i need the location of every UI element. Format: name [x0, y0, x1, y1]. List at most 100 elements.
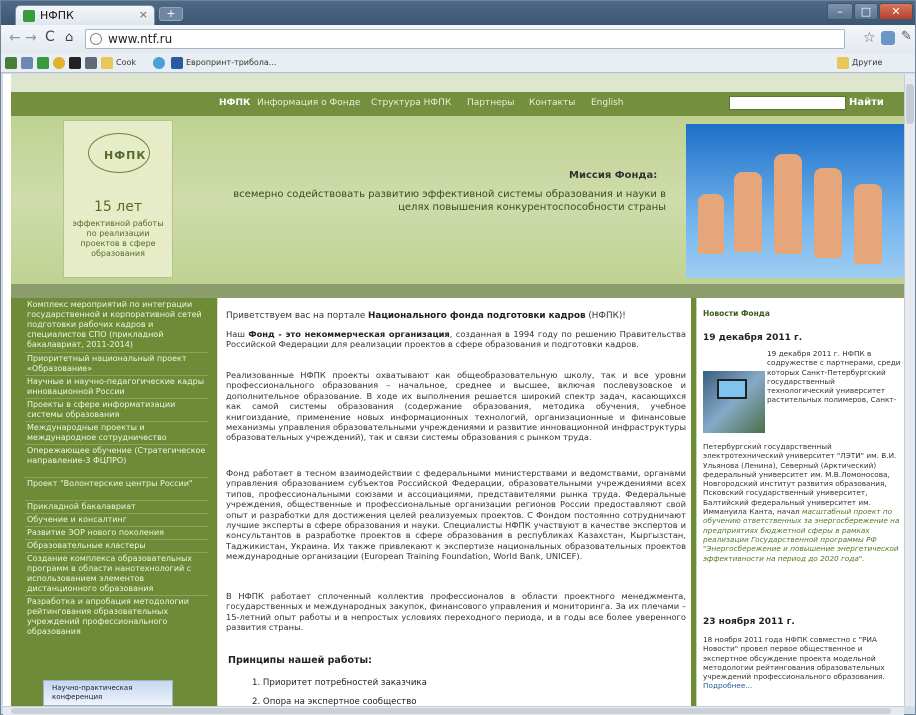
sidebar-item[interactable]: Комплекс мероприятий по интеграции госуд… — [25, 300, 208, 353]
url-text[interactable]: www.ntf.ru — [108, 32, 172, 46]
sidebar-item[interactable]: Обучение и консалтинг — [25, 515, 208, 527]
read-more-link[interactable]: Подробнее... — [703, 681, 752, 690]
hero-banner: НФПК 15 лет эффективной работы по реализ… — [11, 116, 904, 284]
logo-block[interactable]: НФПК 15 лет эффективной работы по реализ… — [63, 120, 173, 278]
bookmark-app-icon[interactable] — [53, 55, 68, 70]
close-tab-icon[interactable]: × — [139, 8, 148, 21]
projects-paragraph: Реализованные НФПК проекты охватывают ка… — [226, 370, 686, 443]
extension-icon[interactable] — [881, 31, 895, 45]
vertical-scrollbar[interactable] — [904, 74, 915, 706]
sidebar-item[interactable]: Международные проекты и международное со… — [25, 423, 208, 445]
menu-item-english[interactable]: English — [591, 98, 624, 108]
hand-shape — [854, 184, 882, 264]
home-icon[interactable]: ⌂ — [65, 30, 73, 45]
fund-name: Национального фонда подготовки кадров — [368, 311, 586, 321]
site-icon — [171, 56, 183, 69]
browser-window: НФПК × + – □ ✕ ← → C ⌂ www.ntf.ru ☆ ✎ Co… — [0, 0, 916, 715]
hand-shape — [814, 168, 842, 258]
hand-shape — [734, 172, 762, 252]
hand-shape — [698, 194, 724, 254]
hand-shape — [774, 154, 802, 254]
forward-arrow-icon[interactable]: → — [25, 30, 37, 46]
tab-title: НФПК — [40, 9, 74, 22]
sidebar-item[interactable]: Создание комплекса образовательных прогр… — [25, 554, 208, 596]
globe-icon — [153, 56, 165, 69]
minimize-button[interactable]: – — [827, 3, 853, 20]
hero-divider — [11, 284, 904, 298]
scroll-thumb[interactable] — [906, 84, 914, 124]
cooperation-paragraph: Фонд работает в тесном взаимодействии с … — [226, 468, 686, 562]
thumbs-up-photo — [686, 124, 904, 278]
left-navigation: Комплекс мероприятий по интеграции госуд… — [25, 298, 208, 668]
browser-toolbar: ← → C ⌂ www.ntf.ru ☆ ✎ — [1, 25, 915, 53]
bookmark-app-icon[interactable] — [69, 55, 84, 70]
mission-title: Миссия Фонда: — [569, 170, 658, 181]
sidebar-item[interactable]: Проекты в сфере информатизации системы о… — [25, 400, 208, 422]
sidebar-item[interactable]: Проект "Волонтерские центры России" — [25, 479, 208, 501]
sidebar-item[interactable]: Прикладной бакалавриат — [25, 502, 208, 514]
back-arrow-icon[interactable]: ← — [9, 30, 21, 46]
menu-item-partners[interactable]: Партнеры — [467, 98, 514, 108]
principle-item: 1. Приоритет потребностей заказчика — [252, 678, 427, 688]
bookmark-europrint[interactable]: Европринт-трибола... — [171, 55, 276, 70]
bookmark-cook[interactable]: Cook — [101, 55, 136, 70]
search-input[interactable] — [729, 96, 846, 110]
site-menu: НФПК Информация о Фонде Структура НФПК П… — [11, 92, 904, 116]
menu-item-nfpk[interactable]: НФПК — [219, 98, 250, 108]
sidebar-item[interactable]: Образовательные кластеры — [25, 541, 208, 553]
horizontal-scrollbar[interactable] — [3, 706, 904, 715]
intro-paragraph: Наш Фонд - это некоммерческая организаци… — [226, 329, 686, 350]
scroll-thumb[interactable] — [11, 708, 891, 714]
browser-tab[interactable]: НФПК × — [15, 5, 155, 25]
bookmarks-bar: Cook Европринт-трибола... Другие закладк… — [1, 53, 915, 82]
principles-heading: Принципы нашей работы: — [228, 655, 372, 666]
menu-item-contacts[interactable]: Контакты — [529, 98, 575, 108]
principle-item: 2. Опора на экспертное сообщество — [252, 697, 417, 706]
close-window-button[interactable]: ✕ — [879, 3, 913, 20]
team-paragraph: В НФПК работает сплоченный коллектив про… — [226, 591, 686, 633]
menu-item-structure[interactable]: Структура НФПК — [371, 98, 451, 108]
site-favicon-icon — [23, 10, 35, 22]
page-icon — [90, 33, 102, 45]
nonprofit-emphasis: Фонд - это некоммерческая организация — [248, 329, 450, 339]
wrench-menu-icon[interactable]: ✎ — [901, 29, 912, 44]
welcome-paragraph: Приветствуем вас на портале Национальног… — [226, 311, 626, 321]
reload-icon[interactable]: C — [45, 29, 55, 45]
news-text-2: 18 ноября 2011 года НФПК совместно с "РИ… — [703, 635, 885, 691]
anniversary-years: 15 лет — [94, 199, 142, 215]
anniversary-subtitle: эффективной работы по реализации проекто… — [72, 219, 164, 258]
bookmark-globe[interactable] — [153, 55, 168, 70]
news-date: 19 декабря 2011 г. — [703, 333, 803, 343]
news-heading: Новости Фонда — [703, 309, 770, 318]
news-text-bottom: Петербургский государственный электротех… — [703, 442, 900, 563]
new-tab-button[interactable]: + — [159, 7, 183, 21]
bookmark-app-icon[interactable] — [85, 55, 100, 70]
bookmark-app-icon[interactable] — [5, 55, 20, 70]
folder-icon — [101, 56, 113, 69]
sidebar-item[interactable]: Приоритетный национальный проект «Образо… — [25, 354, 208, 376]
news-text-top: 19 декабря 2011 г. НФПК в содружестве с … — [767, 349, 901, 405]
sidebar-item[interactable]: Разработка и апробация методологии рейти… — [25, 597, 208, 649]
bookmark-app-icon[interactable] — [37, 55, 52, 70]
bookmark-star-icon[interactable]: ☆ — [863, 30, 876, 46]
top-strip — [11, 74, 904, 92]
sidebar-item[interactable]: Опережающее обучение (Стратегическое нап… — [25, 446, 208, 478]
bookmark-app-icon[interactable] — [21, 55, 36, 70]
search-button[interactable]: Найти — [849, 97, 884, 108]
news-date: 23 ноября 2011 г. — [703, 617, 795, 627]
tab-strip: НФПК × + – □ ✕ — [1, 1, 915, 25]
folder-icon — [837, 56, 849, 69]
sidebar-item[interactable]: Научные и научно-педагогические кадры ин… — [25, 377, 208, 399]
menu-item-info[interactable]: Информация о Фонде — [257, 98, 360, 108]
conference-banner[interactable]: Научно-практическая конференция — [43, 680, 173, 706]
news-link[interactable]: масштабный проект по обучению ответствен… — [703, 507, 899, 562]
sidebar-item[interactable]: Развитие ЭОР нового поколения — [25, 528, 208, 540]
mission-text: всемерно содействовать развитию эффектив… — [233, 189, 666, 213]
main-content: Приветствуем вас на портале Национальног… — [217, 298, 691, 706]
logo-text: НФПК — [104, 149, 147, 162]
bookmark-other[interactable]: Другие закладки — [837, 55, 915, 82]
maximize-button[interactable]: □ — [854, 3, 878, 20]
page-viewport: НФПК Информация о Фонде Структура НФПК П… — [3, 74, 904, 706]
address-bar[interactable]: www.ntf.ru — [85, 29, 845, 49]
banner-text: Научно-практическая конференция — [52, 684, 133, 701]
